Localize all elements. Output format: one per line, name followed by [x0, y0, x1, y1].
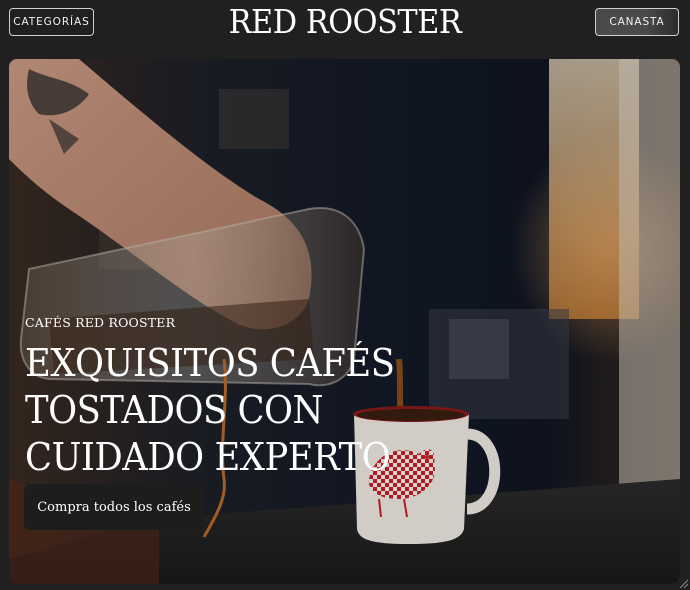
headline-line-2: TOSTADOS CON	[25, 388, 324, 432]
headline-line-3: CUIDADO EXPERTO	[25, 435, 391, 479]
hero-kicker: CAFÉS RED ROOSTER	[25, 315, 176, 330]
cart-button[interactable]: CANASTA	[595, 8, 679, 36]
hero-text-block: CAFÉS RED ROOSTER EXQUISITOS CAFÉS TOSTA…	[25, 315, 465, 481]
shop-all-coffees-button[interactable]: Compra todos los cafés	[24, 484, 204, 530]
resize-grip-icon[interactable]	[678, 578, 688, 588]
headline-line-1: EXQUISITOS CAFÉS	[25, 341, 395, 385]
brand-logo[interactable]: RED ROOSTER	[28, 2, 663, 41]
top-navigation-bar: CATEGORÍAS RED ROOSTER CANASTA	[0, 0, 690, 56]
hero-headline: EXQUISITOS CAFÉS TOSTADOS CON CUIDADO EX…	[25, 340, 462, 481]
hero-banner: CAFÉS RED ROOSTER EXQUISITOS CAFÉS TOSTA…	[9, 59, 680, 584]
